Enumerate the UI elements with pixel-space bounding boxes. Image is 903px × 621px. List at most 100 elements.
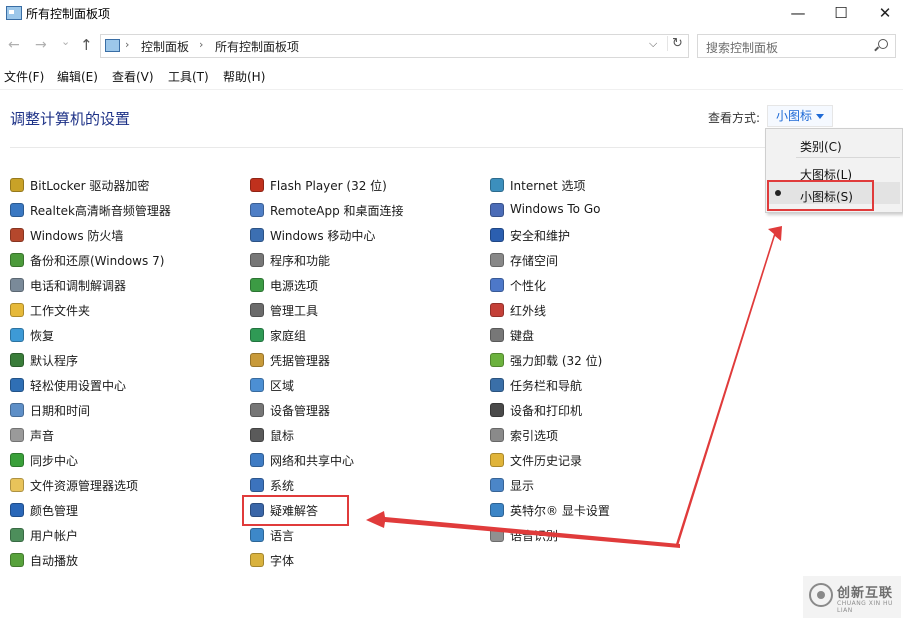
applet-label: 鼠标 — [270, 429, 295, 443]
applet-icon — [250, 453, 264, 467]
window-title: 所有控制面板项 — [26, 7, 111, 21]
applet-label: 区域 — [270, 379, 295, 393]
applet-label: 网络和共享中心 — [270, 454, 355, 468]
applet-icon — [10, 353, 24, 367]
applet-icon — [10, 228, 24, 242]
search-input[interactable]: 搜索控制面板 — [706, 39, 778, 56]
menu-help[interactable]: 帮助(H) — [223, 68, 265, 85]
applet-icon — [250, 353, 264, 367]
applet-icon — [250, 178, 264, 192]
applet-label: 声音 — [30, 429, 55, 443]
applet-icon — [250, 278, 264, 292]
control-panel-icon — [105, 39, 120, 52]
divider — [0, 89, 903, 90]
applet-label: Internet 选项 — [510, 179, 586, 193]
applet-label: 英特尔® 显卡设置 — [510, 504, 610, 518]
recent-locations-icon[interactable]: ⌄ — [61, 35, 70, 48]
applet-label: 文件资源管理器选项 — [30, 479, 139, 493]
applet-label: Windows 防火墙 — [30, 229, 124, 243]
applet-label: 存储空间 — [510, 254, 559, 268]
applet-label: BitLocker 驱动器加密 — [30, 179, 150, 193]
maximize-button[interactable]: ☐ — [818, 0, 864, 28]
applet-label: 键盘 — [510, 329, 535, 343]
breadcrumb-separator[interactable]: › — [125, 38, 129, 51]
applet-label: 语言 — [270, 529, 295, 543]
applet-icon — [250, 228, 264, 242]
chevron-down-icon — [816, 114, 825, 119]
applet-icon — [490, 228, 504, 242]
menu-tools[interactable]: 工具(T) — [168, 68, 209, 85]
close-button[interactable]: ✕ — [862, 0, 903, 28]
applet-label: 设备和打印机 — [510, 404, 583, 418]
breadcrumb-separator[interactable]: › — [199, 38, 203, 51]
highlight-small-icons — [767, 180, 874, 211]
applet-icon — [490, 453, 504, 467]
applet-label: 系统 — [270, 479, 295, 493]
applet-label: Flash Player (32 位) — [270, 179, 387, 193]
applet-label: 管理工具 — [270, 304, 319, 318]
applet-label: 字体 — [270, 554, 295, 568]
title-bar: 所有控制面板项 — ☐ ✕ — [0, 0, 903, 28]
applet-label: 日期和时间 — [30, 404, 91, 418]
menu-item-category[interactable]: 类别(C) — [800, 138, 842, 155]
applet-label: Windows To Go — [510, 202, 601, 216]
applet-icon — [250, 553, 264, 567]
view-by-label: 查看方式: — [708, 111, 761, 125]
menu-view[interactable]: 查看(V) — [112, 68, 154, 85]
applet-label: 轻松使用设置中心 — [30, 379, 127, 393]
applet-icon — [10, 253, 24, 267]
applet-label: 用户帐户 — [30, 529, 79, 543]
up-arrow-icon[interactable]: ↑ — [80, 36, 93, 54]
refresh-icon[interactable]: ↻ — [667, 36, 683, 51]
minimize-button[interactable]: — — [775, 0, 821, 28]
applet-label: 电源选项 — [270, 279, 319, 293]
applet-icon — [10, 378, 24, 392]
search-icon[interactable] — [878, 39, 888, 49]
applet-icon — [250, 203, 264, 217]
menu-file[interactable]: 文件(F) — [4, 68, 44, 85]
applet-icon — [490, 478, 504, 492]
watermark-brand: 创新互联 — [837, 586, 894, 601]
page-title: 调整计算机的设置 — [10, 110, 131, 128]
applet-label: 工作文件夹 — [30, 304, 91, 318]
header-divider — [10, 147, 765, 148]
applet-label: Realtek高清晰音频管理器 — [30, 204, 171, 218]
applet-label: 显示 — [510, 479, 535, 493]
applet-label: 任务栏和导航 — [510, 379, 583, 393]
back-arrow-icon[interactable]: ← — [8, 37, 20, 53]
control-panel-icon — [6, 6, 22, 20]
applet-label: RemoteApp 和桌面连接 — [270, 204, 404, 218]
forward-arrow-icon[interactable]: → — [35, 37, 47, 53]
highlight-troubleshooting — [242, 495, 349, 526]
search-box[interactable]: 搜索控制面板 — [697, 34, 896, 58]
applet-icon — [490, 253, 504, 267]
applet-label: 家庭组 — [270, 329, 307, 343]
breadcrumb-control-panel[interactable]: 控制面板 — [141, 38, 189, 55]
address-dropdown-icon[interactable]: ⌵ — [649, 37, 657, 51]
applet-icon — [490, 403, 504, 417]
applet-icon — [490, 328, 504, 342]
applet-label: 默认程序 — [30, 354, 79, 368]
applet-label: 颜色管理 — [30, 504, 79, 518]
applet-icon — [250, 253, 264, 267]
applet-label: 设备管理器 — [270, 404, 331, 418]
view-by-dropdown[interactable]: 小图标 — [767, 105, 833, 127]
breadcrumb-all-items[interactable]: 所有控制面板项 — [215, 38, 299, 55]
applet-icon — [490, 203, 504, 217]
applet-icon — [10, 478, 24, 492]
applet-label: 强力卸载 (32 位) — [510, 354, 603, 368]
applet-icon — [490, 303, 504, 317]
applet-label: 备份和还原(Windows 7) — [30, 254, 165, 268]
applet-icon — [250, 478, 264, 492]
applet-icon — [10, 303, 24, 317]
applet-label: 语音识别 — [510, 529, 559, 543]
arrow-to-view-menu — [676, 226, 782, 546]
applet-icon — [490, 353, 504, 367]
applet-label: 恢复 — [30, 329, 55, 343]
applet-icon — [10, 278, 24, 292]
menu-edit[interactable]: 编辑(E) — [57, 68, 98, 85]
applet-icon — [10, 428, 24, 442]
applet-label: 安全和维护 — [510, 229, 571, 243]
address-bar[interactable]: › 控制面板 › 所有控制面板项 ⌵ ↻ — [100, 34, 689, 58]
applet-icon — [490, 528, 504, 542]
